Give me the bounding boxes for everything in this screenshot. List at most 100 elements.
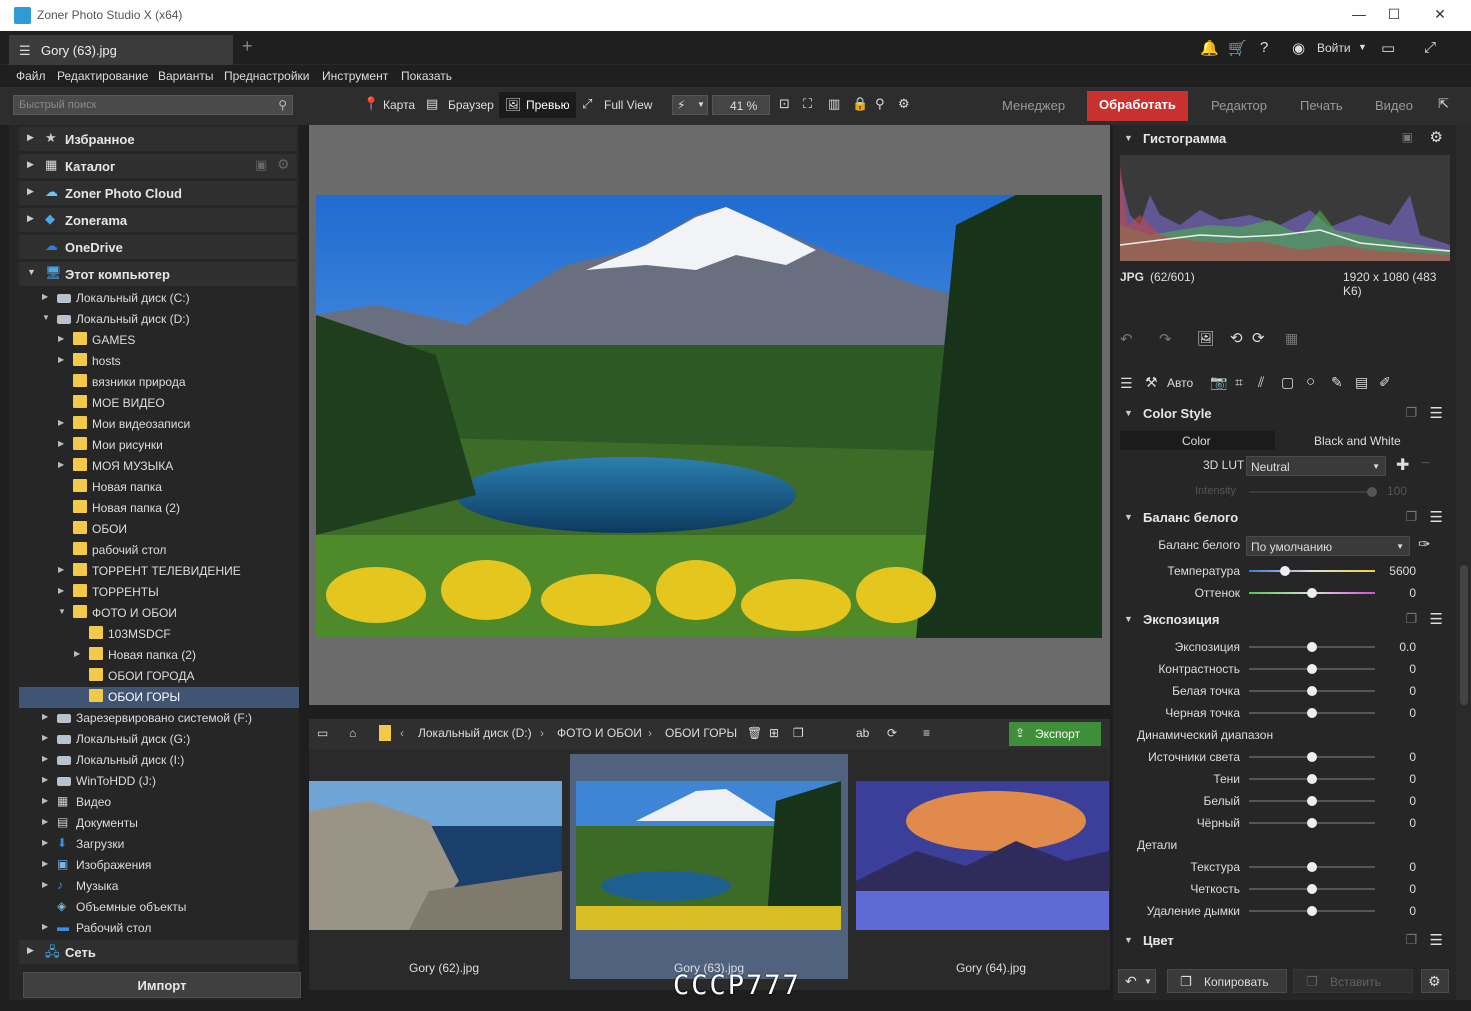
section-white-balance[interactable]: ▼ Баланс белого ❐ ☰ (1118, 507, 1451, 529)
tree-item[interactable]: ▼ ФОТО И ОБОИ (29, 603, 299, 624)
perspective-icon[interactable]: ⫽ (1258, 374, 1264, 391)
camera-icon[interactable]: ▣ (1402, 130, 1413, 144)
tree-favorites[interactable]: ▶ ★ Избранное (19, 127, 297, 151)
wb-dropdown[interactable]: По умолчанию ▼ (1246, 536, 1410, 556)
copy-icon[interactable]: ❐ (1405, 509, 1417, 525)
export-button[interactable]: ⇪ Экспорт (1009, 722, 1101, 746)
expand-arrow-icon[interactable]: ▶ (42, 838, 48, 847)
copy-settings-button[interactable]: ❐ Копировать (1167, 969, 1287, 993)
fullscreen-icon[interactable]: ⤢ (1424, 39, 1436, 56)
tree-item[interactable]: ОБОИ ГОРОДА (29, 666, 299, 687)
expand-arrow-icon[interactable]: ▶ (58, 418, 64, 427)
cart-icon[interactable]: 🛒 (1228, 39, 1247, 57)
collapse-arrow-icon[interactable]: ▼ (27, 267, 36, 277)
expand-arrow-icon[interactable]: ▶ (58, 586, 64, 595)
tree-item[interactable]: ▶ hosts (29, 351, 299, 372)
tree-item-selected[interactable]: ОБОИ ГОРЫ (19, 687, 299, 708)
save-icon[interactable]: ▦ (1285, 330, 1298, 347)
breadcrumb-folder[interactable]: ФОТО И ОБОИ (557, 726, 642, 740)
frame-icon[interactable]: ▢ (1281, 374, 1294, 391)
tree-item[interactable]: ▶ WinToHDD (J:) (29, 771, 299, 792)
section-color-style[interactable]: ▼ Color Style ❐ ☰ (1118, 403, 1451, 425)
tab-black-white[interactable]: Black and White (1278, 431, 1448, 450)
section-color[interactable]: ▼ Цвет ❐ ☰ (1118, 930, 1451, 952)
rotate-right-icon[interactable]: ⟳ (1252, 329, 1265, 347)
expand-arrow-icon[interactable]: ▶ (42, 775, 48, 784)
settings-button[interactable]: ⚙ (1421, 969, 1449, 993)
circle-icon[interactable]: ○ (1306, 373, 1315, 390)
search-input[interactable]: Быстрый поиск ⚲ (13, 95, 293, 115)
tree-item[interactable]: ▶ ТОРРЕНТ ТЕЛЕВИДЕНИЕ (29, 561, 299, 582)
mode-manager[interactable]: Менеджер (1002, 98, 1065, 113)
copy-files-icon[interactable]: ❐ (793, 726, 804, 740)
hamburger-menu-icon[interactable]: ☰ (1430, 508, 1443, 526)
expand-arrow-icon[interactable]: ▶ (42, 754, 48, 763)
add-folder-icon[interactable]: ▣ (255, 157, 267, 173)
document-tab[interactable]: ☰ Gory (63).jpg (9, 35, 233, 65)
tree-network[interactable]: ▶ 🖧 Сеть (19, 940, 297, 964)
copy-icon[interactable]: ❐ (1405, 405, 1417, 421)
expand-arrow-icon[interactable]: ▶ (74, 649, 80, 658)
scrollbar-thumb[interactable] (1460, 565, 1468, 705)
copy-icon[interactable]: ❐ (1405, 932, 1417, 948)
expand-arrow-icon[interactable]: ▶ (27, 159, 34, 170)
tree-item[interactable]: вязники природа (29, 372, 299, 393)
tree-item[interactable]: 103MSDCF (29, 624, 299, 645)
tree-zonerama[interactable]: ▶ ◆ Zonerama (19, 208, 297, 232)
expand-arrow-icon[interactable]: ▶ (27, 132, 34, 143)
copy-icon[interactable]: ❐ (1405, 611, 1417, 627)
tree-item[interactable]: ▶ GAMES (29, 330, 299, 351)
camera-icon[interactable]: 📷 (1210, 374, 1227, 391)
monitor-icon[interactable]: ▭ (1381, 39, 1395, 57)
adjustments-icon[interactable]: ☰ (1120, 375, 1133, 392)
intensity-slider[interactable] (1249, 487, 1377, 497)
tree-item[interactable]: Новая папка (2) (29, 498, 299, 519)
expand-arrow-icon[interactable]: ▶ (58, 565, 64, 574)
right-scrollbar[interactable] (1456, 125, 1471, 1000)
tree-zoner-cloud[interactable]: ▶ ☁ Zoner Photo Cloud (19, 181, 297, 205)
slider-knob[interactable] (1307, 642, 1317, 652)
tree-item[interactable]: ▼ Локальный диск (D:) (29, 309, 299, 330)
delete-icon[interactable]: 🗑 (747, 726, 762, 740)
slider-knob[interactable] (1307, 862, 1317, 872)
map-view-button[interactable]: Карта (383, 98, 415, 112)
external-window-icon[interactable]: ⇱ (1438, 96, 1449, 112)
expand-arrow-icon[interactable]: ▶ (42, 796, 48, 805)
import-button[interactable]: Импорт (23, 972, 301, 998)
slider-knob[interactable] (1307, 708, 1317, 718)
expand-arrow-icon[interactable]: ▶ (42, 922, 48, 931)
close-button[interactable]: ✕ (1430, 6, 1450, 26)
grid-settings-icon[interactable]: ⚙ (898, 96, 910, 112)
undo-icon[interactable]: ↶ (1120, 330, 1133, 348)
fullview-button[interactable]: Full View (604, 98, 652, 112)
tree-item[interactable]: ▶ Зарезервировано системой (F:) (29, 708, 299, 729)
eraser-icon[interactable]: ✐ (1379, 374, 1391, 391)
gear-icon[interactable]: ⚙ (1430, 128, 1443, 146)
slider-knob[interactable] (1307, 774, 1317, 784)
undo-button[interactable]: ↶ ▼ (1118, 969, 1156, 993)
menu-edit[interactable]: Редактирование (57, 69, 148, 83)
tree-item[interactable]: ▶ Локальный диск (I:) (29, 750, 299, 771)
expand-arrow-icon[interactable]: ▶ (42, 880, 48, 889)
collapse-arrow-icon[interactable]: ▼ (1124, 408, 1133, 418)
rotate-left-icon[interactable]: ⟲ (1230, 329, 1243, 347)
crop-icon[interactable]: ⌗ (1235, 374, 1243, 391)
thumbnail[interactable]: Gory (62).jpg (309, 754, 579, 979)
section-histogram[interactable]: ▼ Гистограмма ⚙ ▣ (1118, 128, 1451, 150)
share-icon[interactable]: ⟳ (887, 726, 897, 740)
breadcrumb-drive[interactable]: Локальный диск (D:) (418, 726, 532, 740)
browser-view-button[interactable]: Браузер (448, 98, 494, 112)
lock-icon[interactable]: 🔒 (852, 96, 868, 112)
zoom-field[interactable]: 41 % (712, 95, 770, 115)
tree-item[interactable]: ▶ Локальный диск (C:) (29, 288, 299, 309)
tree-item[interactable]: МОЕ ВИДЕО (29, 393, 299, 414)
expand-arrow-icon[interactable]: ▶ (42, 292, 48, 301)
preview-view-button[interactable]: 🖼 Превью (499, 92, 576, 118)
menu-tool[interactable]: Инструмент (322, 69, 388, 83)
panel-toggle-icon[interactable]: ▭ (317, 726, 328, 740)
mode-print[interactable]: Печать (1300, 98, 1343, 113)
eyedropper-icon[interactable]: ✑ (1418, 535, 1431, 553)
flash-dropdown[interactable]: ⚡ ▼ (672, 95, 708, 115)
compare-icon[interactable]: ▥ (828, 96, 840, 112)
menu-file[interactable]: Файл (16, 69, 46, 83)
